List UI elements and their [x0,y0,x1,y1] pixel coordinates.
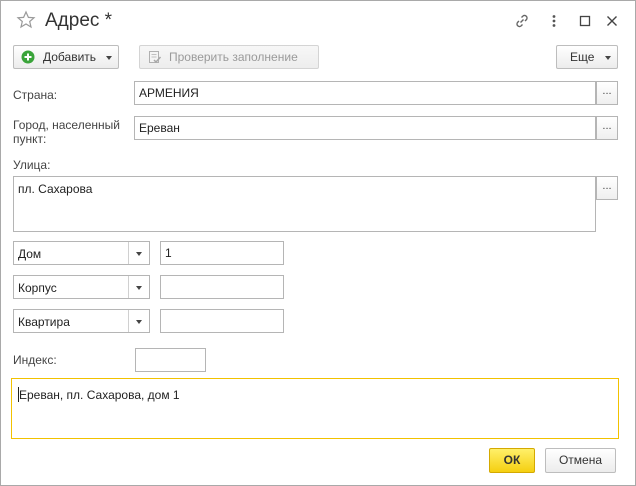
apartment-number-field[interactable] [160,309,284,333]
check-filling-label: Проверить заполнение [169,50,298,64]
house-type-value: Дом [18,247,42,261]
apartment-type-value: Квартира [18,315,70,329]
cancel-button[interactable]: Отмена [545,448,616,473]
address-dialog: Адрес * Добавить Проверить заполнение Ещ… [0,0,636,486]
add-button-label: Добавить [43,50,97,64]
country-field[interactable]: АРМЕНИЯ [134,81,596,105]
close-icon[interactable] [604,13,620,29]
address-summary-field[interactable]: Ереван, пл. Сахарова, дом 1 [11,378,619,439]
house-type-select[interactable]: Дом [13,241,150,265]
house-number-field[interactable]: 1 [160,241,284,265]
city-select-button[interactable]: ... [596,116,618,140]
city-label-line2: пункт: [13,132,47,146]
building-type-select[interactable]: Корпус [13,275,150,299]
combo-divider [128,242,129,264]
country-label: Страна: [13,88,58,102]
building-number-field[interactable] [160,275,284,299]
add-button[interactable]: Добавить [13,45,119,69]
postcode-field[interactable] [135,348,206,372]
building-type-value: Корпус [18,281,57,295]
country-select-button[interactable]: ... [596,81,618,105]
street-field[interactable]: пл. Сахарова [13,176,596,232]
link-icon[interactable] [514,13,530,29]
chevron-down-icon [136,252,142,256]
city-field[interactable]: Ереван [134,116,596,140]
check-document-icon [149,51,162,64]
favorite-star-icon[interactable] [16,10,36,30]
city-label-line1: Город, населенный [13,118,120,132]
text-cursor [18,387,19,402]
street-select-button[interactable]: ... [596,176,618,200]
ok-button[interactable]: ОК [489,448,535,473]
window-title: Адрес * [45,10,113,31]
more-vertical-icon[interactable] [546,13,562,29]
address-summary-text: Ереван, пл. Сахарова, дом 1 [19,388,180,402]
chevron-down-icon [605,56,611,60]
maximize-icon[interactable] [577,13,593,29]
check-filling-button[interactable]: Проверить заполнение [139,45,319,69]
combo-divider [128,276,129,298]
postcode-label: Индекс: [13,353,57,367]
chevron-down-icon [136,286,142,290]
apartment-type-select[interactable]: Квартира [13,309,150,333]
chevron-down-icon [136,320,142,324]
add-plus-icon [21,50,35,64]
street-label: Улица: [13,158,51,172]
chevron-down-icon [106,56,112,60]
combo-divider [128,310,129,332]
more-button[interactable]: Еще [556,45,618,69]
more-button-label: Еще [570,50,595,64]
title-bar: Адрес * [1,1,635,41]
